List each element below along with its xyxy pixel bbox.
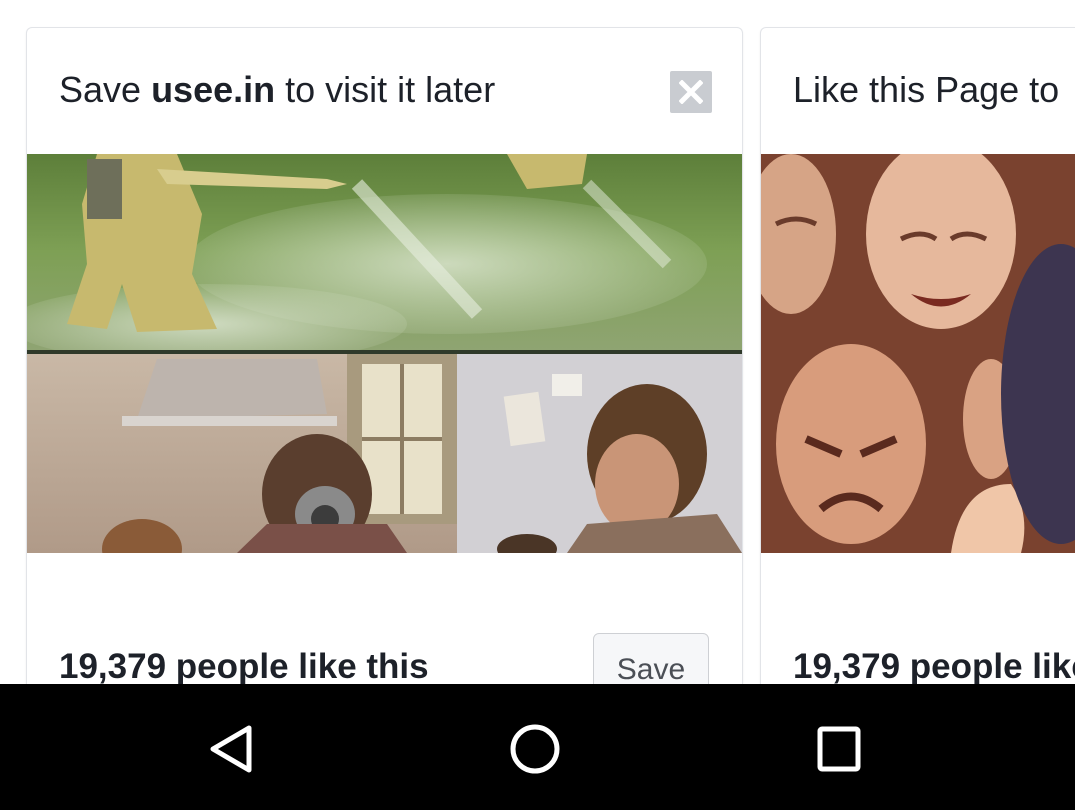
likes-count: 19,379 people like this [59,647,429,684]
triangle-back-icon [210,725,252,773]
card-header: Like this Page to [761,28,1075,154]
card-title: Save usee.in to visit it later [59,69,495,111]
home-button[interactable] [508,722,562,776]
masks-illustration-image [761,154,1075,553]
post-image[interactable] [761,154,1075,553]
square-recents-icon [817,726,861,772]
likes-count: 19,379 people like this [793,647,1075,684]
like-page-card: Like this Page to 19,379 people lik [760,27,1075,684]
circle-home-icon [510,724,560,774]
back-button[interactable] [205,722,259,776]
suggestion-feed: Save usee.in to visit it later 19,379 pe… [0,0,1075,684]
close-x-icon [679,80,703,104]
title-suffix: to visit it later [275,69,496,110]
title-domain: usee.in [151,69,276,110]
card-header: Save usee.in to visit it later [27,28,742,154]
save-button[interactable]: Save [593,633,709,684]
title-prefix: Save [59,69,152,110]
card-footer: 19,379 people like this [761,553,1075,684]
illustration-image [27,154,742,553]
card-title: Like this Page to [793,69,1060,110]
android-navigation-bar [0,684,1075,810]
recents-button[interactable] [812,722,866,776]
post-image[interactable] [27,154,742,553]
card-footer: 19,379 people like this Save [27,553,742,684]
close-button[interactable] [670,71,712,113]
save-link-card: Save usee.in to visit it later 19,379 pe… [26,27,743,684]
